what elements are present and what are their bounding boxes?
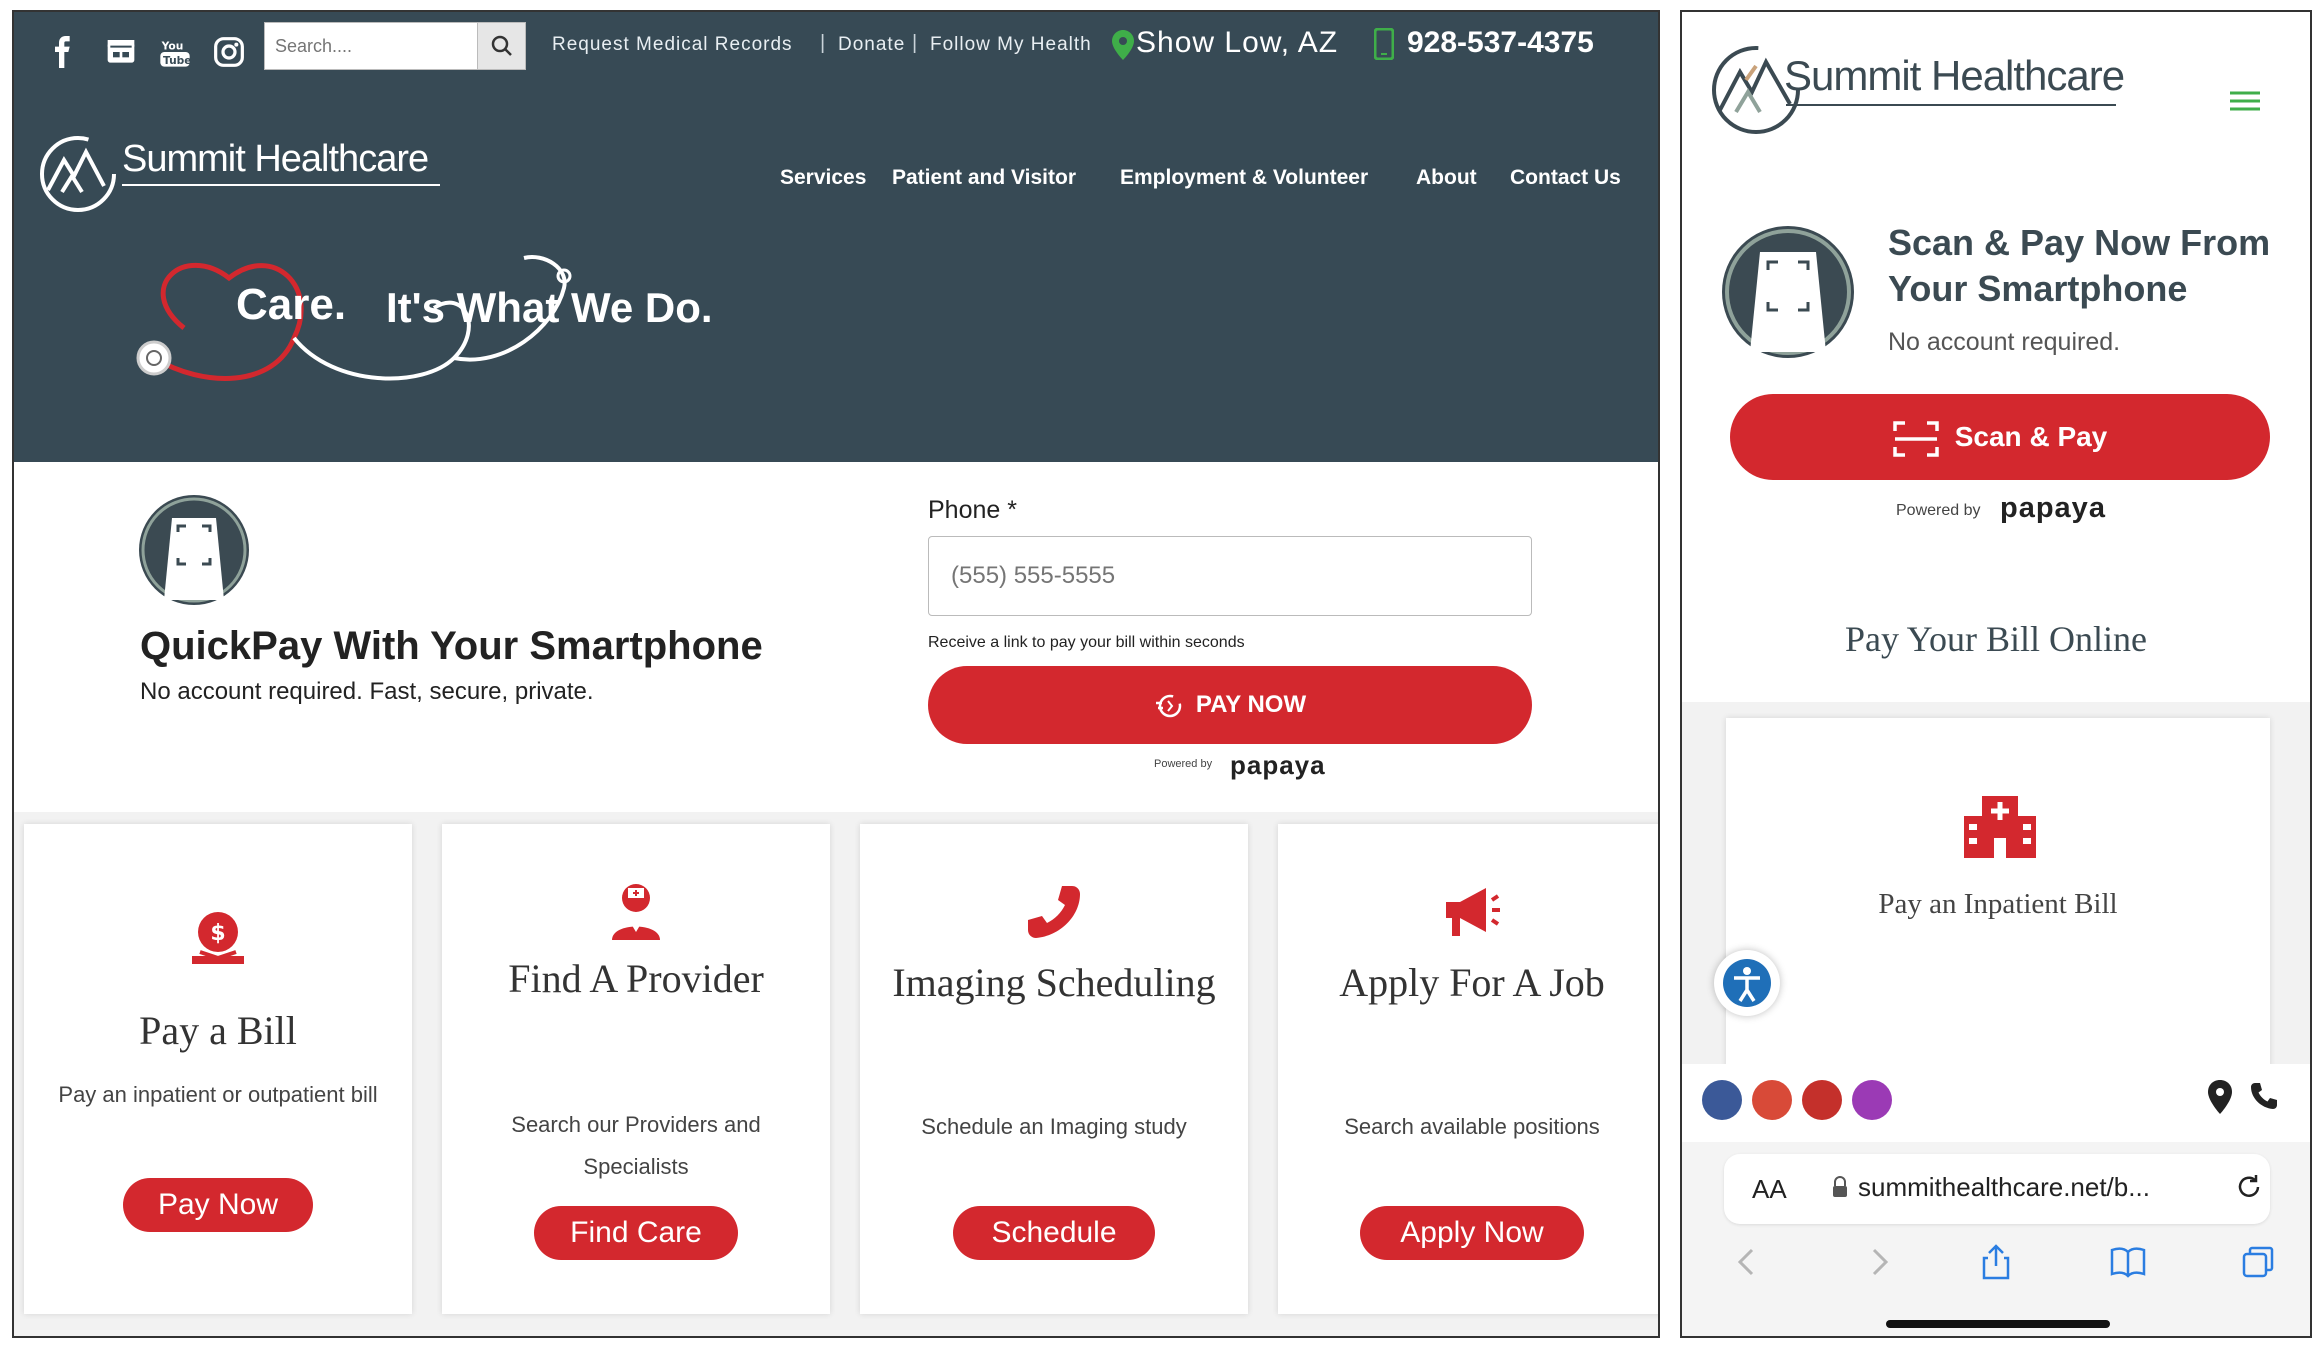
map-pin-icon[interactable] bbox=[2208, 1080, 2232, 1114]
forward-icon[interactable] bbox=[1858, 1242, 1898, 1282]
brand-underline bbox=[1786, 104, 2116, 106]
accessibility-button[interactable] bbox=[1714, 950, 1780, 1016]
tagline-what-we-do: It's What We Do. bbox=[386, 284, 713, 331]
powered-by-text: Powered by bbox=[1154, 758, 1213, 770]
scan-icon bbox=[1892, 420, 1939, 457]
nav-contact[interactable]: Contact Us bbox=[1510, 166, 1621, 190]
youtube-icon[interactable] bbox=[1802, 1080, 1842, 1120]
brand-name[interactable]: Summit Healthcare bbox=[1784, 52, 2125, 100]
card-pay-bill: $ Pay a Bill Pay an inpatient or outpati… bbox=[24, 824, 412, 1314]
nav-services[interactable]: Services bbox=[780, 166, 866, 190]
google-business-icon[interactable] bbox=[104, 36, 138, 70]
instagram-icon[interactable] bbox=[1852, 1080, 1892, 1120]
card-title: Find A Provider bbox=[508, 956, 764, 1001]
doctor-icon bbox=[612, 884, 660, 940]
svg-text:You: You bbox=[161, 39, 184, 52]
facebook-icon[interactable] bbox=[1702, 1080, 1742, 1120]
tagline-care: Care. bbox=[236, 280, 347, 329]
scan-phone-icon bbox=[1722, 226, 1854, 358]
search-icon bbox=[491, 35, 512, 56]
mobile-screenshot: Summit Healthcare Scan & Pay Now From Yo… bbox=[1680, 10, 2312, 1338]
desktop-screenshot: You Tube Request Medical Records | Donate… bbox=[12, 10, 1660, 1338]
card-title: Pay a Bill bbox=[139, 1008, 297, 1053]
location-text[interactable]: Show Low, AZ bbox=[1136, 26, 1338, 60]
pay-now-button[interactable]: PAY NOW bbox=[928, 666, 1532, 744]
summit-logo-icon[interactable] bbox=[38, 134, 118, 214]
nav-patient-visitor[interactable]: Patient and Visitor bbox=[892, 166, 1076, 190]
tabs-icon[interactable] bbox=[2238, 1242, 2278, 1282]
megaphone-icon bbox=[1446, 888, 1500, 936]
inpatient-bill-label: Pay an Inpatient Bill bbox=[1878, 888, 2118, 920]
brand-name[interactable]: Summit Healthcare bbox=[122, 138, 429, 181]
search-input[interactable] bbox=[265, 23, 480, 69]
youtube-icon[interactable]: You Tube bbox=[158, 36, 192, 70]
pay-now-card-button[interactable]: Pay Now bbox=[123, 1178, 313, 1232]
accessibility-icon bbox=[1723, 959, 1771, 1007]
lock-icon bbox=[1833, 1176, 1847, 1197]
money-bag-icon: $ bbox=[192, 912, 244, 964]
reload-icon[interactable] bbox=[2234, 1172, 2264, 1202]
quickpay-title: QuickPay With Your Smartphone bbox=[140, 624, 763, 668]
map-pin-icon bbox=[1112, 30, 1134, 60]
hospital-icon bbox=[1964, 796, 2036, 858]
site-header: You Tube Request Medical Records | Donate… bbox=[14, 12, 1658, 462]
powered-by-text: Powered by bbox=[1896, 502, 1981, 519]
find-care-button[interactable]: Find Care bbox=[534, 1206, 738, 1260]
pay-bill-online-heading: Pay Your Bill Online bbox=[1844, 619, 2148, 659]
pay-now-label: PAY NOW bbox=[1195, 691, 1307, 718]
fast-pay-icon bbox=[1155, 694, 1182, 717]
scan-pay-button[interactable]: Scan & Pay bbox=[1730, 394, 2270, 480]
donate-link[interactable]: Donate bbox=[838, 34, 905, 56]
phone-input[interactable] bbox=[928, 536, 1532, 616]
back-icon[interactable] bbox=[1728, 1242, 1768, 1282]
follow-my-health-link[interactable]: Follow My Health bbox=[930, 34, 1092, 56]
scan-pay-label: Scan & Pay bbox=[1954, 421, 2108, 452]
card-description: Schedule an Imaging study bbox=[921, 1114, 1187, 1139]
card-description: Search available positions bbox=[1344, 1114, 1600, 1139]
request-records-link[interactable]: Request Medical Records bbox=[552, 34, 793, 56]
facebook-icon[interactable] bbox=[46, 36, 80, 70]
phone-number[interactable]: 928-537-4375 bbox=[1407, 26, 1594, 60]
card-description: Search our Providers and Specialists bbox=[511, 1112, 761, 1179]
card-description: Pay an inpatient or outpatient bill bbox=[58, 1082, 378, 1107]
link-separator: | bbox=[912, 32, 918, 54]
nav-employment[interactable]: Employment & Volunteer bbox=[1120, 166, 1368, 190]
brand-underline bbox=[122, 184, 440, 186]
card-title: Apply For A Job bbox=[1339, 960, 1605, 1005]
google-business-icon[interactable] bbox=[1752, 1080, 1792, 1120]
svg-text:Tube: Tube bbox=[163, 54, 191, 67]
scan-phone-icon bbox=[139, 495, 249, 605]
instagram-icon[interactable] bbox=[212, 36, 246, 70]
svg-text:$: $ bbox=[210, 921, 225, 946]
schedule-button[interactable]: Schedule bbox=[953, 1206, 1155, 1260]
card-find-provider: Find A Provider Search our Providers and… bbox=[442, 824, 830, 1314]
reader-options-button[interactable]: AA bbox=[1752, 1174, 1787, 1205]
url-text[interactable]: summithealthcare.net/b... bbox=[1858, 1172, 2150, 1203]
card-imaging: Imaging Scheduling Schedule an Imaging s… bbox=[860, 824, 1248, 1314]
papaya-logo: papaya bbox=[2000, 492, 2106, 524]
phone-help-text: Receive a link to pay your bill within s… bbox=[928, 634, 1245, 651]
quickpay-subtitle: No account required. Fast, secure, priva… bbox=[140, 678, 594, 705]
hamburger-menu-icon[interactable] bbox=[2230, 90, 2260, 112]
share-icon[interactable] bbox=[1976, 1242, 2016, 1282]
scan-pay-subtitle: No account required. bbox=[1888, 328, 2121, 356]
nav-about[interactable]: About bbox=[1416, 166, 1477, 190]
mobile-phone-icon bbox=[1374, 28, 1394, 60]
papaya-logo: papaya bbox=[1230, 750, 1326, 780]
card-apply-job: Apply For A Job Search available positio… bbox=[1278, 824, 1658, 1314]
apply-now-button[interactable]: Apply Now bbox=[1360, 1206, 1584, 1260]
home-indicator[interactable] bbox=[1886, 1320, 2110, 1328]
search-button[interactable] bbox=[477, 23, 525, 69]
search-box bbox=[264, 22, 526, 70]
scan-pay-title: Scan & Pay Now From Your Smartphone bbox=[1888, 222, 2271, 309]
phone-icon[interactable] bbox=[2248, 1080, 2280, 1112]
card-title: Imaging Scheduling bbox=[892, 960, 1216, 1005]
phone-icon bbox=[1028, 886, 1080, 938]
bookmarks-icon[interactable] bbox=[2108, 1242, 2148, 1282]
link-separator: | bbox=[820, 32, 826, 54]
phone-label: Phone * bbox=[928, 496, 1017, 524]
